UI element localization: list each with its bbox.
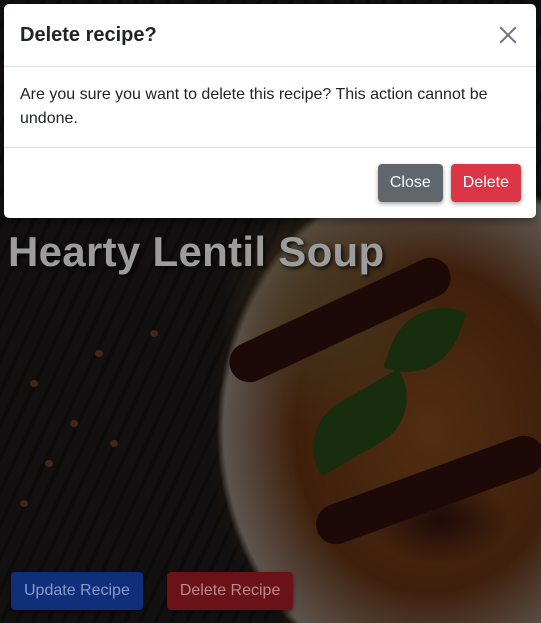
recipe-actions: Update Recipe Delete Recipe xyxy=(11,572,294,610)
modal-header: Delete recipe? xyxy=(4,4,536,67)
recipe-title: Hearty Lentil Soup xyxy=(8,228,385,275)
modal-footer: Close Delete xyxy=(4,148,536,218)
delete-recipe-button[interactable]: Delete Recipe xyxy=(166,572,294,610)
confirm-delete-button[interactable]: Delete xyxy=(450,164,521,202)
modal-message: Are you sure you want to delete this rec… xyxy=(20,86,488,127)
delete-confirmation-modal: Delete recipe? Are you sure you want to … xyxy=(4,4,536,218)
modal-title: Delete recipe? xyxy=(20,23,157,46)
modal-body: Are you sure you want to delete this rec… xyxy=(4,67,536,148)
close-button[interactable]: Close xyxy=(377,164,443,202)
close-icon[interactable] xyxy=(496,23,520,47)
update-recipe-button[interactable]: Update Recipe xyxy=(11,572,143,610)
